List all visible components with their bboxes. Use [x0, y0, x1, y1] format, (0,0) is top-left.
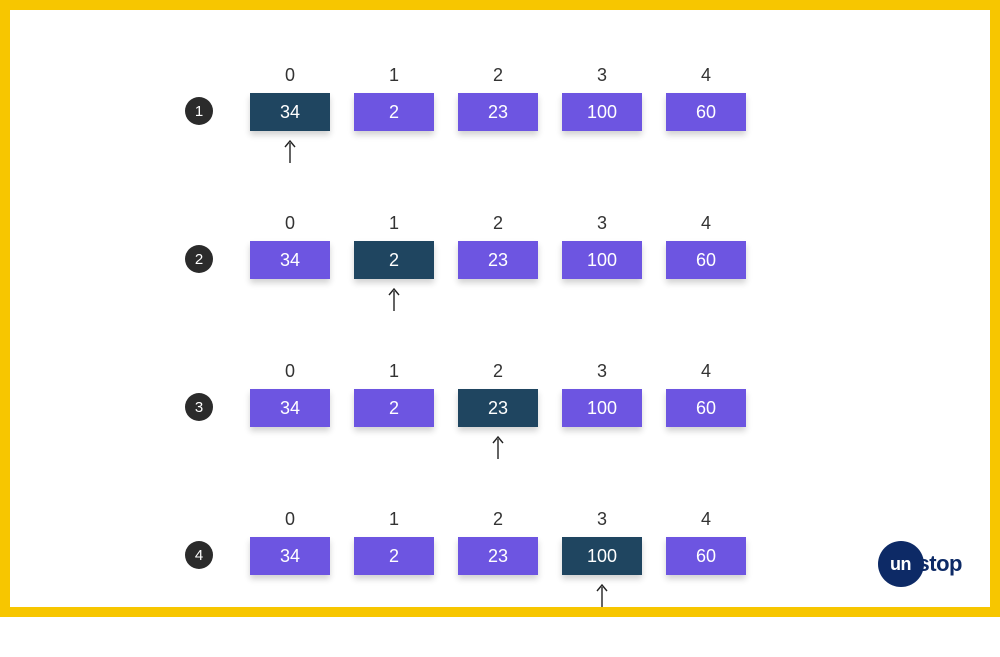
pointer-arrow-icon	[354, 137, 434, 165]
array-cell: 34	[250, 389, 330, 427]
diagram-row: 2034122233100460	[210, 213, 810, 313]
cell-index-label: 0	[285, 213, 295, 235]
array-cell-column: 460	[666, 361, 746, 461]
array-cell: 100	[562, 93, 642, 131]
array-cell: 60	[666, 389, 746, 427]
cell-index-label: 2	[493, 65, 503, 87]
pointer-arrow-icon	[666, 581, 746, 609]
step-badge: 2	[185, 245, 213, 273]
array-cell-highlight: 23	[458, 389, 538, 427]
cell-index-label: 4	[701, 361, 711, 383]
array-cell-column: 223	[458, 509, 538, 609]
pointer-arrow-icon	[562, 581, 642, 609]
array-cell-highlight: 2	[354, 241, 434, 279]
array-cell-column: 223	[458, 65, 538, 165]
cell-index-label: 0	[285, 509, 295, 531]
array-cell-column: 034	[250, 65, 330, 165]
pointer-arrow-icon	[562, 285, 642, 313]
step-badge: 3	[185, 393, 213, 421]
cell-index-label: 1	[389, 509, 399, 531]
array-cell-column: 460	[666, 213, 746, 313]
array-cell: 60	[666, 537, 746, 575]
array-cell-column: 034	[250, 361, 330, 461]
array-cell-column: 3100	[562, 65, 642, 165]
cell-index-label: 3	[597, 361, 607, 383]
array-cell: 2	[354, 93, 434, 131]
cell-index-label: 2	[493, 509, 503, 531]
array-cell-column: 034	[250, 213, 330, 313]
brand-logo: un stop	[878, 541, 962, 587]
pointer-arrow-icon	[666, 433, 746, 461]
pointer-arrow-icon	[250, 433, 330, 461]
cell-index-label: 1	[389, 213, 399, 235]
array-cell: 100	[562, 241, 642, 279]
array-cell: 34	[250, 241, 330, 279]
array-cell-column: 12	[354, 65, 434, 165]
pointer-arrow-icon	[562, 433, 642, 461]
cell-index-label: 3	[597, 213, 607, 235]
array-cell-column: 12	[354, 509, 434, 609]
cell-index-label: 4	[701, 65, 711, 87]
step-badge: 4	[185, 541, 213, 569]
cell-index-label: 1	[389, 361, 399, 383]
diagram-row: 1034122233100460	[210, 65, 810, 165]
array-cell: 100	[562, 389, 642, 427]
pointer-arrow-icon	[354, 285, 434, 313]
array-cell-column: 3100	[562, 213, 642, 313]
array-cell-highlight: 34	[250, 93, 330, 131]
array-cell-column: 460	[666, 65, 746, 165]
pointer-arrow-icon	[250, 581, 330, 609]
array-cell: 23	[458, 241, 538, 279]
array-cell-column: 12	[354, 213, 434, 313]
diagram-row: 4034122233100460	[210, 509, 810, 609]
array-traversal-diagram: 1034122233100460203412223310046030341222…	[210, 65, 810, 657]
array-cell: 60	[666, 93, 746, 131]
diagram-row: 3034122233100460	[210, 361, 810, 461]
array-cell: 60	[666, 241, 746, 279]
cell-index-label: 2	[493, 361, 503, 383]
step-badge: 1	[185, 97, 213, 125]
pointer-arrow-icon	[458, 433, 538, 461]
array-cell-highlight: 100	[562, 537, 642, 575]
pointer-arrow-icon	[250, 285, 330, 313]
pointer-arrow-icon	[458, 581, 538, 609]
pointer-arrow-icon	[666, 137, 746, 165]
cell-index-label: 0	[285, 65, 295, 87]
array-cell-column: 460	[666, 509, 746, 609]
pointer-arrow-icon	[666, 285, 746, 313]
cell-index-label: 4	[701, 213, 711, 235]
array-cell-column: 3100	[562, 509, 642, 609]
array-cell: 2	[354, 537, 434, 575]
cell-row: 034122233100460	[250, 361, 810, 461]
pointer-arrow-icon	[458, 285, 538, 313]
array-cell-column: 223	[458, 213, 538, 313]
brand-logo-text: stop	[918, 551, 962, 577]
cell-index-label: 0	[285, 361, 295, 383]
pointer-arrow-icon	[250, 137, 330, 165]
array-cell: 2	[354, 389, 434, 427]
pointer-arrow-icon	[354, 433, 434, 461]
cell-index-label: 1	[389, 65, 399, 87]
cell-index-label: 3	[597, 65, 607, 87]
cell-index-label: 2	[493, 213, 503, 235]
array-cell-column: 12	[354, 361, 434, 461]
cell-row: 034122233100460	[250, 509, 810, 609]
array-cell-column: 223	[458, 361, 538, 461]
array-cell: 23	[458, 93, 538, 131]
cell-index-label: 4	[701, 509, 711, 531]
cell-row: 034122233100460	[250, 213, 810, 313]
cell-row: 034122233100460	[250, 65, 810, 165]
pointer-arrow-icon	[458, 137, 538, 165]
pointer-arrow-icon	[354, 581, 434, 609]
array-cell: 23	[458, 537, 538, 575]
cell-index-label: 3	[597, 509, 607, 531]
pointer-arrow-icon	[562, 137, 642, 165]
array-cell: 34	[250, 537, 330, 575]
array-cell-column: 034	[250, 509, 330, 609]
array-cell-column: 3100	[562, 361, 642, 461]
